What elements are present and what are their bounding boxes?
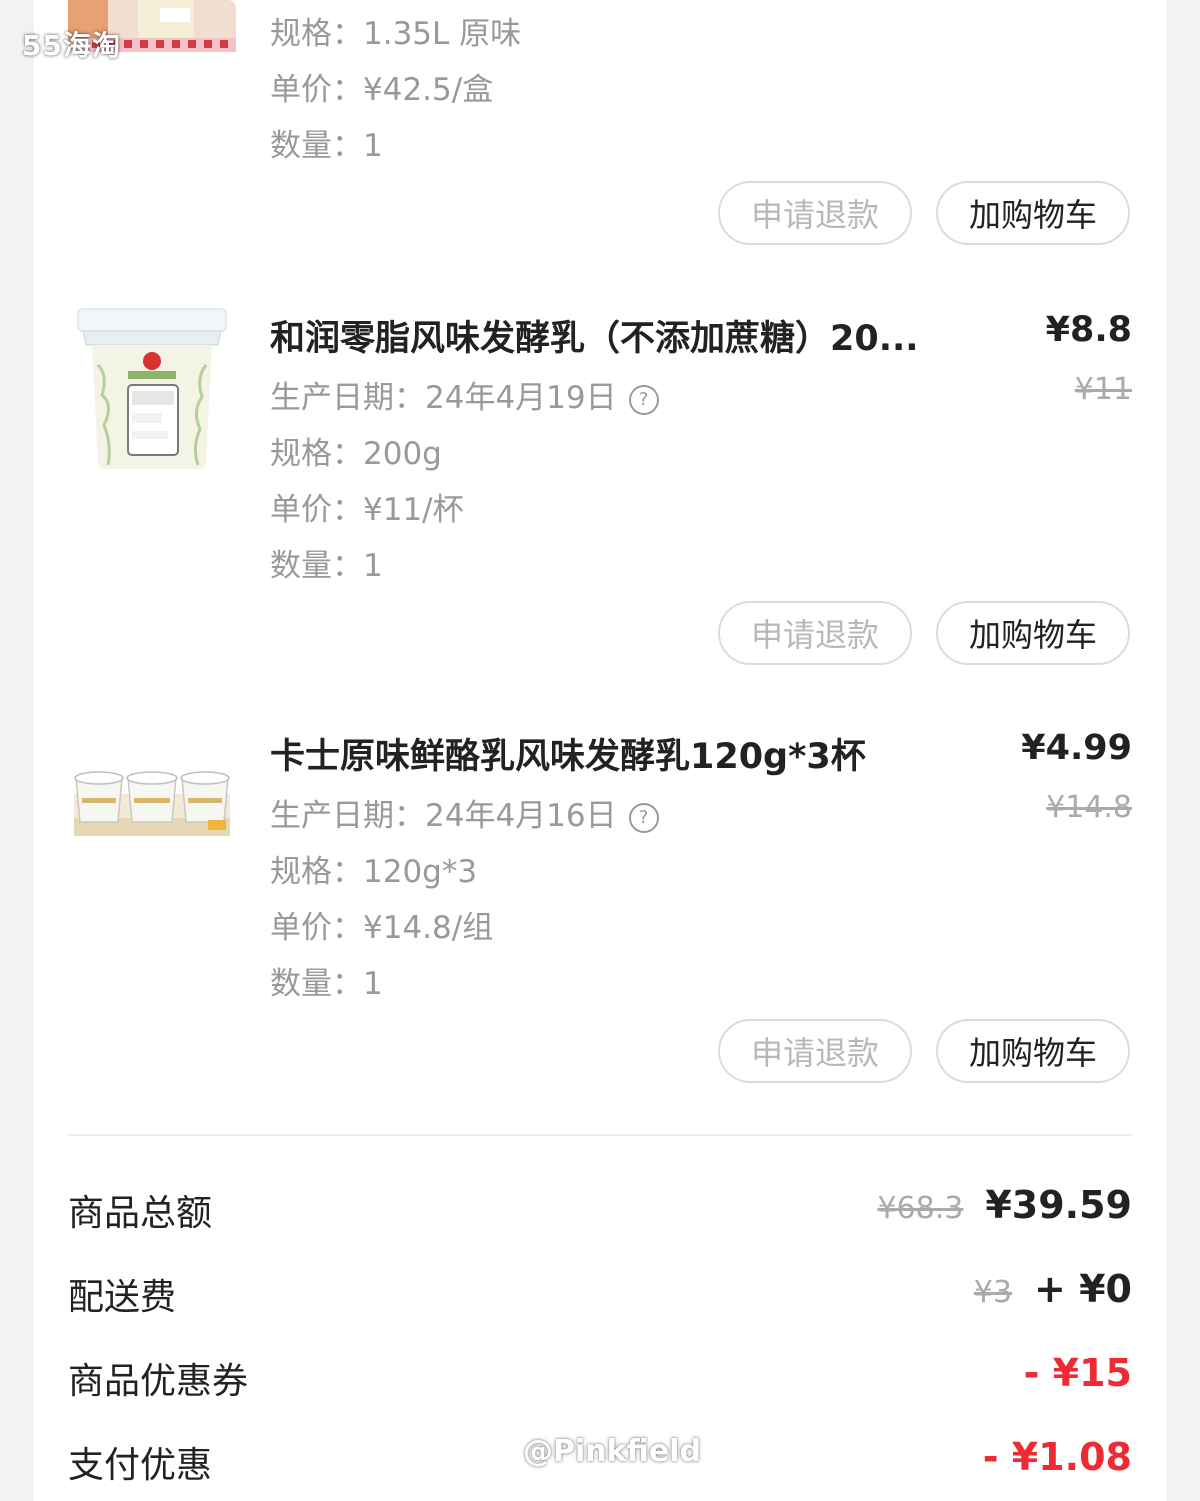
item-2-quantity: 数量：1 xyxy=(270,548,383,584)
product-image-3[interactable] xyxy=(68,722,236,872)
item-3-production-date: 生产日期：24年4月16日? xyxy=(270,790,659,835)
delivery-fee-label: 配送费 xyxy=(68,1277,177,1318)
item-3-title[interactable]: 卡士原味鲜酪乳风味发酵乳120g*3杯 xyxy=(270,728,866,779)
section-divider xyxy=(68,1134,1132,1136)
item-3-original-price: ¥14.8 xyxy=(1046,790,1132,825)
help-icon[interactable]: ? xyxy=(628,384,659,415)
payment-discount-value: - ¥1.08 xyxy=(982,1435,1132,1479)
item-3-price: ¥4.99 xyxy=(1021,728,1132,768)
item-1-unit-price: 单价：¥42.5/盒 xyxy=(270,72,494,108)
item-2-price: ¥8.8 xyxy=(1045,310,1132,350)
goods-total-value: ¥68.3 ¥39.59 xyxy=(877,1183,1132,1227)
delivery-fee-amount: + ¥0 xyxy=(1034,1267,1132,1311)
help-icon[interactable]: ? xyxy=(628,802,659,833)
coupon-value: - ¥15 xyxy=(1023,1351,1132,1395)
watermark-logo: 55海淘 xyxy=(22,29,121,62)
delivery-fee-original: ¥3 xyxy=(973,1275,1013,1310)
coupon-label: 商品优惠券 xyxy=(68,1361,249,1402)
item-3-unit-price: 单价：¥14.8/组 xyxy=(270,910,494,946)
item-2-refund-button[interactable]: 申请退款 xyxy=(718,601,912,665)
item-3-quantity: 数量：1 xyxy=(270,966,383,1002)
item-3-refund-button[interactable]: 申请退款 xyxy=(718,1019,912,1083)
delivery-fee-value: ¥3 + ¥0 xyxy=(974,1267,1132,1311)
product-image-2[interactable] xyxy=(68,305,236,473)
item-1-quantity: 数量：1 xyxy=(270,128,383,164)
watermark-username: @Pinkfield xyxy=(523,1434,701,1469)
item-3-add-to-cart-button[interactable]: 加购物车 xyxy=(936,1019,1130,1083)
item-2-spec: 规格：200g xyxy=(270,436,442,472)
item-1-add-to-cart-button[interactable]: 加购物车 xyxy=(936,181,1130,245)
item-2-production-date-text: 生产日期：24年4月19日 xyxy=(270,380,617,416)
goods-total-label: 商品总额 xyxy=(68,1193,213,1234)
item-2-original-price: ¥11 xyxy=(1074,372,1132,407)
payment-discount-label: 支付优惠 xyxy=(68,1445,213,1486)
item-1-spec: 规格：1.35L 原味 xyxy=(270,16,522,52)
item-3-production-date-text: 生产日期：24年4月16日 xyxy=(270,798,617,834)
goods-total-original: ¥68.3 xyxy=(877,1191,964,1226)
goods-total-amount: ¥39.59 xyxy=(985,1183,1132,1227)
item-2-production-date: 生产日期：24年4月19日? xyxy=(270,372,659,417)
item-2-title[interactable]: 和润零脂风味发酵乳（不添加蔗糖）20... xyxy=(270,310,919,361)
item-3-spec: 规格：120g*3 xyxy=(270,854,478,890)
item-2-unit-price: 单价：¥11/杯 xyxy=(270,492,464,528)
item-1-refund-button[interactable]: 申请退款 xyxy=(718,181,912,245)
item-2-add-to-cart-button[interactable]: 加购物车 xyxy=(936,601,1130,665)
